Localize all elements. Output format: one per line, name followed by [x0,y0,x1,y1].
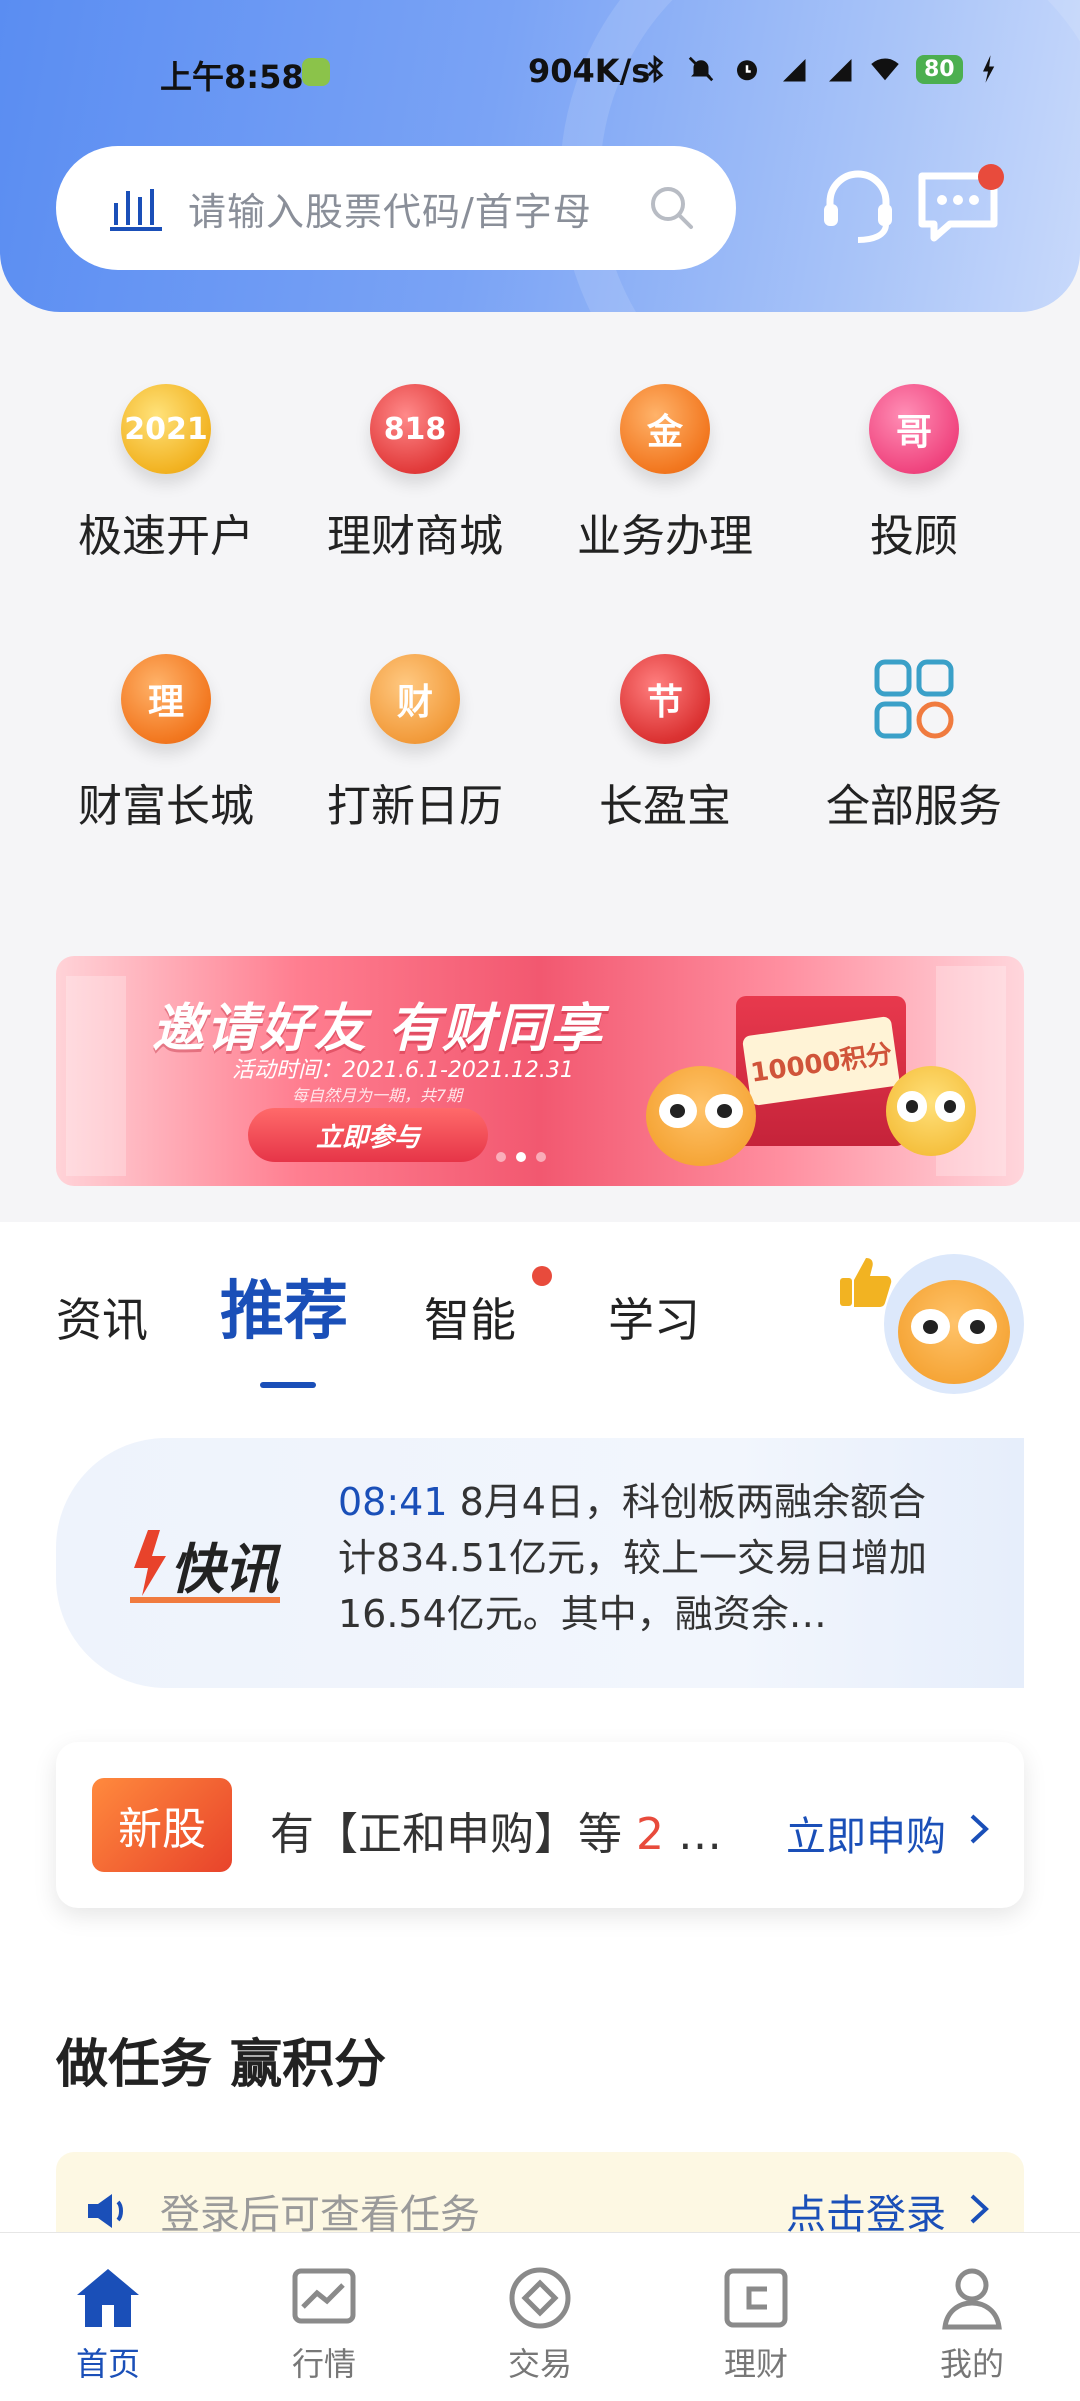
banner-title: 邀请好友 有财同享 [152,999,605,1059]
customer-service-icon[interactable] [816,164,900,248]
ipo-suffix: … [664,1809,722,1860]
banner-dot-active [516,1152,526,1162]
search-icon[interactable] [648,184,696,232]
tab-recommended[interactable]: 推荐 [220,1260,348,1352]
nav-label: 理财 [723,2345,788,2383]
nav-profile[interactable]: 我的 [864,2233,1080,2401]
tab-smart-badge [532,1266,552,1286]
wifi-icon [871,58,899,81]
network-speed: 904K/s [528,52,651,90]
promo-banner[interactable]: 邀请好友 有财同享 活动时间：2021.6.1-2021.12.31 每自然月为… [56,956,1024,1186]
profile-icon [942,2268,1002,2330]
bottom-navigation: 首页 行情 交易 理财 我的 [0,2232,1080,2401]
flash-news-logo: 快讯 [130,1530,282,1603]
ipo-calendar-coin-icon: 财 [370,654,460,744]
service-wealth-great-wall[interactable]: 理 财富长城 [41,654,291,834]
banner-building [66,976,126,1176]
service-ipo-calendar[interactable]: 财 打新日历 [290,654,540,834]
banner-date: 活动时间：2021.6.1-2021.12.31 [232,1058,574,1083]
service-label: 投顾 [870,511,958,562]
status-icons: 80 [640,54,997,84]
nav-trade[interactable]: 交易 [432,2233,648,2401]
ipo-count: 2 [636,1809,664,1860]
new-stock-badge: 新股 [92,1778,232,1872]
market-chart-icon [292,2268,356,2324]
mute-bell-icon [688,56,714,82]
message-unread-dot [978,164,1004,190]
nav-home[interactable]: 首页 [0,2233,216,2401]
tasks-section-title: 做任务 赢积分 [56,2035,387,2095]
chevron-right-icon [970,2194,989,2224]
market-bars-icon [110,189,162,231]
alarm-icon [737,60,757,81]
2021-coin-icon: 2021 [121,384,211,474]
header: 上午8:58 904K/s 80 请输入股票代码/首字母 [0,0,1080,312]
service-wealth-mall[interactable]: 818 理财商城 [290,384,540,564]
nav-wealth[interactable]: 理财 [648,2233,864,2401]
nav-label: 交易 [507,2345,572,2383]
service-label: 理财商城 [327,511,503,562]
service-label: 极速开户 [78,511,254,562]
owl-mascot-small-image [886,1066,976,1156]
owl-assistant-avatar[interactable] [884,1254,1024,1394]
service-account-opening[interactable]: 2021 极速开户 [41,384,291,564]
banner-subtitle: 每自然月为一期，共7期 [292,1086,463,1105]
wealth-icon [724,2268,788,2328]
owl-mascot-image [646,1066,756,1166]
nav-label: 我的 [939,2345,1004,2383]
ipo-notice-card[interactable]: 新股 有【正和申购】等 2 … 立即申购 [56,1742,1024,1908]
charging-icon [982,55,994,83]
nav-label: 首页 [75,2345,140,2383]
home-icon [77,2269,139,2327]
818-coin-icon: 818 [370,384,460,474]
join-now-button[interactable]: 立即参与 [248,1108,488,1162]
wealth-coin-icon: 理 [121,654,211,744]
service-label: 打新日历 [327,781,503,832]
nav-market[interactable]: 行情 [216,2233,432,2401]
nav-label: 行情 [291,2345,356,2383]
content-feed: 资讯 推荐 智能 学习 快讯 08:41 8月4日，科创板两融余额合计834.5… [0,1222,1080,2262]
flash-news-time: 08:41 [338,1480,448,1524]
speaker-icon [88,2194,123,2228]
service-label: 全部服务 [826,781,1002,832]
flash-news-card[interactable]: 快讯 08:41 8月4日，科创板两融余额合计834.51亿元，较上一交易日增加… [56,1438,1024,1688]
search-input[interactable]: 请输入股票代码/首字母 [188,181,592,236]
search-bar[interactable]: 请输入股票代码/首字母 [56,146,736,270]
bluetooth-icon [647,54,664,84]
service-changyingbao[interactable]: 节 长盈宝 [540,654,790,834]
flash-news-text: 08:41 8月4日，科创板两融余额合计834.51亿元，较上一交易日增加16.… [338,1474,938,1642]
feed-tabs: 资讯 推荐 智能 学习 [0,1222,1080,1422]
gold-coin-icon: 金 [620,384,710,474]
service-label: 财富长城 [78,781,254,832]
chevron-right-icon [970,1814,989,1844]
owl-face [898,1280,1010,1384]
service-label: 长盈宝 [599,781,731,832]
banner-dot [496,1152,506,1162]
trade-icon [509,2267,571,2329]
tab-smart[interactable]: 智能 [424,1284,516,1350]
status-time: 上午8:58 [160,58,304,96]
tab-news[interactable]: 资讯 [56,1284,148,1350]
changyingbao-coin-icon: 节 [620,654,710,744]
subscribe-now-link[interactable]: 立即申购 [786,1804,946,1862]
banner-dot [536,1152,546,1162]
ipo-prefix: 有【正和申购】等 [270,1809,636,1860]
advisor-coin-icon: 哥 [869,384,959,474]
banner-pagination [496,1152,546,1162]
tab-learn[interactable]: 学习 [608,1284,700,1350]
service-label: 业务办理 [577,511,753,562]
signal-icon [829,59,852,82]
active-tab-indicator [260,1382,316,1388]
ipo-notice-text: 有【正和申购】等 2 … [270,1798,722,1862]
service-advisor[interactable]: 哥 投顾 [789,384,1039,564]
android-notification-icon [302,58,330,86]
all-services-grid-icon [874,659,954,739]
flash-logo-text: 快讯 [170,1538,282,1601]
hd-signal-icon [783,59,806,82]
service-all[interactable]: 全部服务 [789,654,1039,834]
service-business[interactable]: 金 业务办理 [540,384,790,564]
status-bar: 上午8:58 904K/s 80 [0,48,1080,104]
battery-level: 80 [916,54,963,84]
